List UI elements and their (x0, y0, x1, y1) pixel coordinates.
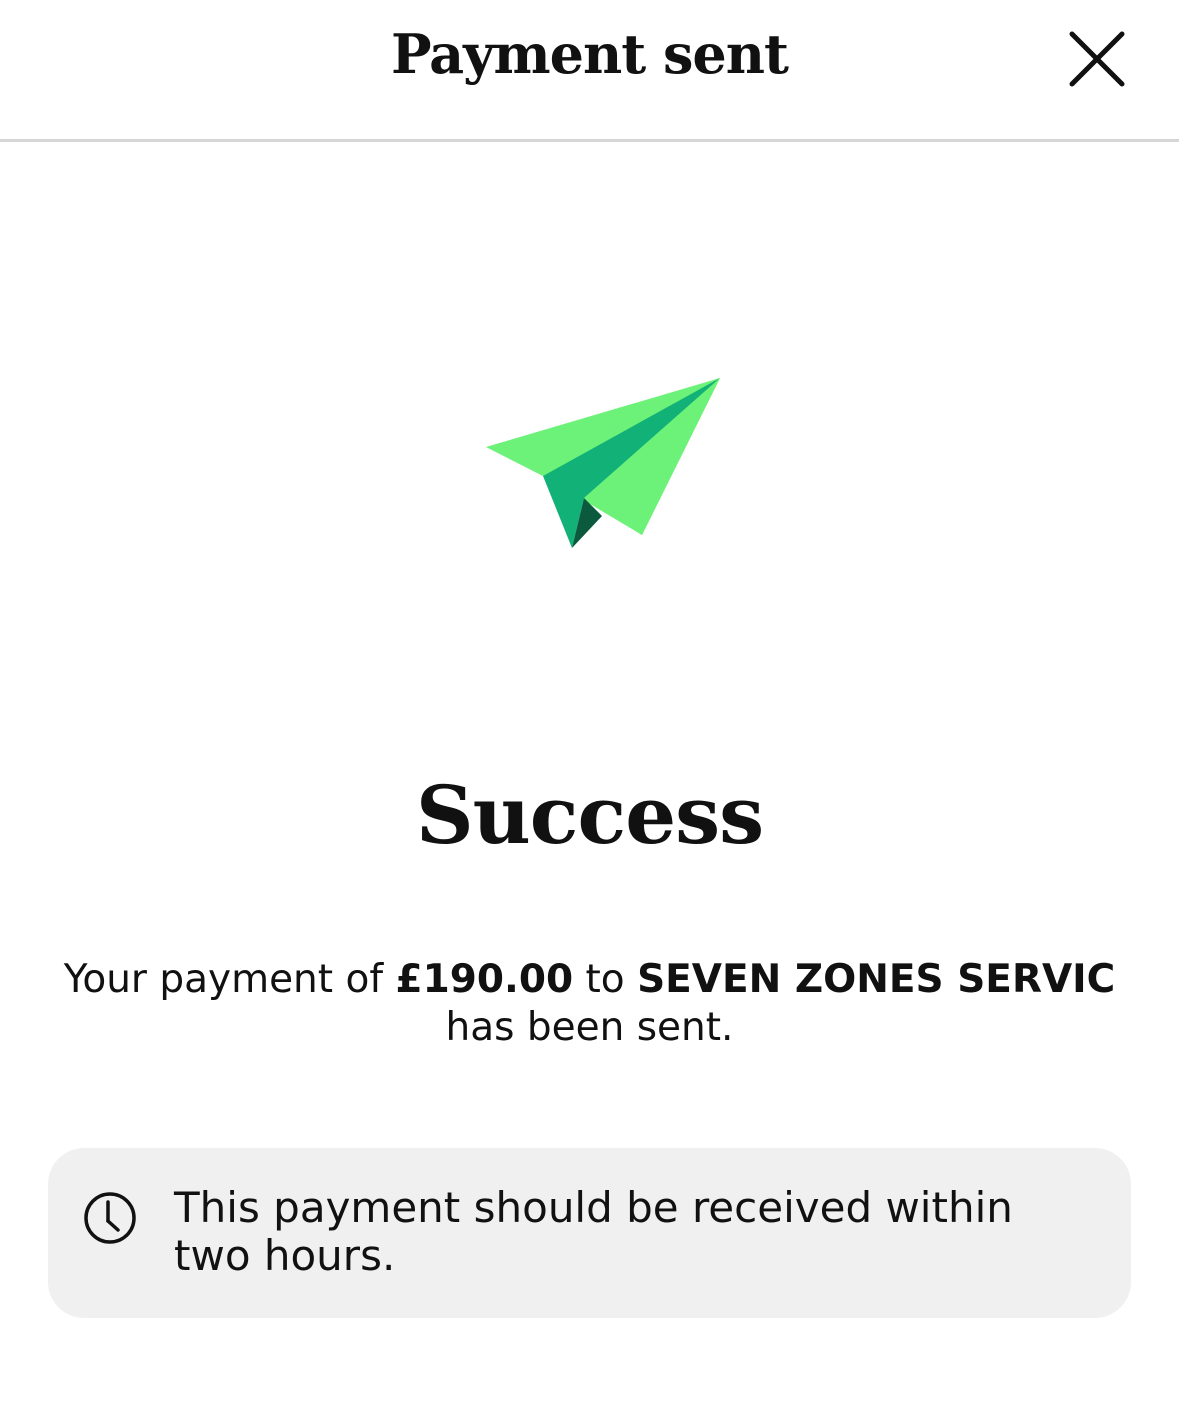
message-suffix: has been sent. (445, 1005, 734, 1050)
info-card: This payment should be received within t… (48, 1148, 1131, 1318)
close-button[interactable] (1062, 26, 1130, 94)
paper-plane-icon (480, 372, 730, 557)
header-bar: Payment sent (0, 0, 1179, 142)
info-text: This payment should be received within t… (174, 1183, 1013, 1280)
message-middle: to (573, 957, 638, 1002)
payment-message: Your payment of £190.00 to SEVEN ZONES S… (40, 956, 1139, 1052)
close-icon (1069, 31, 1125, 87)
payment-amount: £190.00 (395, 957, 574, 1002)
success-heading: Success (415, 768, 764, 862)
payment-recipient: SEVEN ZONES SERVIC (637, 957, 1116, 1002)
page-title: Payment sent (391, 22, 789, 86)
message-prefix: Your payment of (63, 957, 396, 1002)
clock-icon (84, 1192, 136, 1244)
